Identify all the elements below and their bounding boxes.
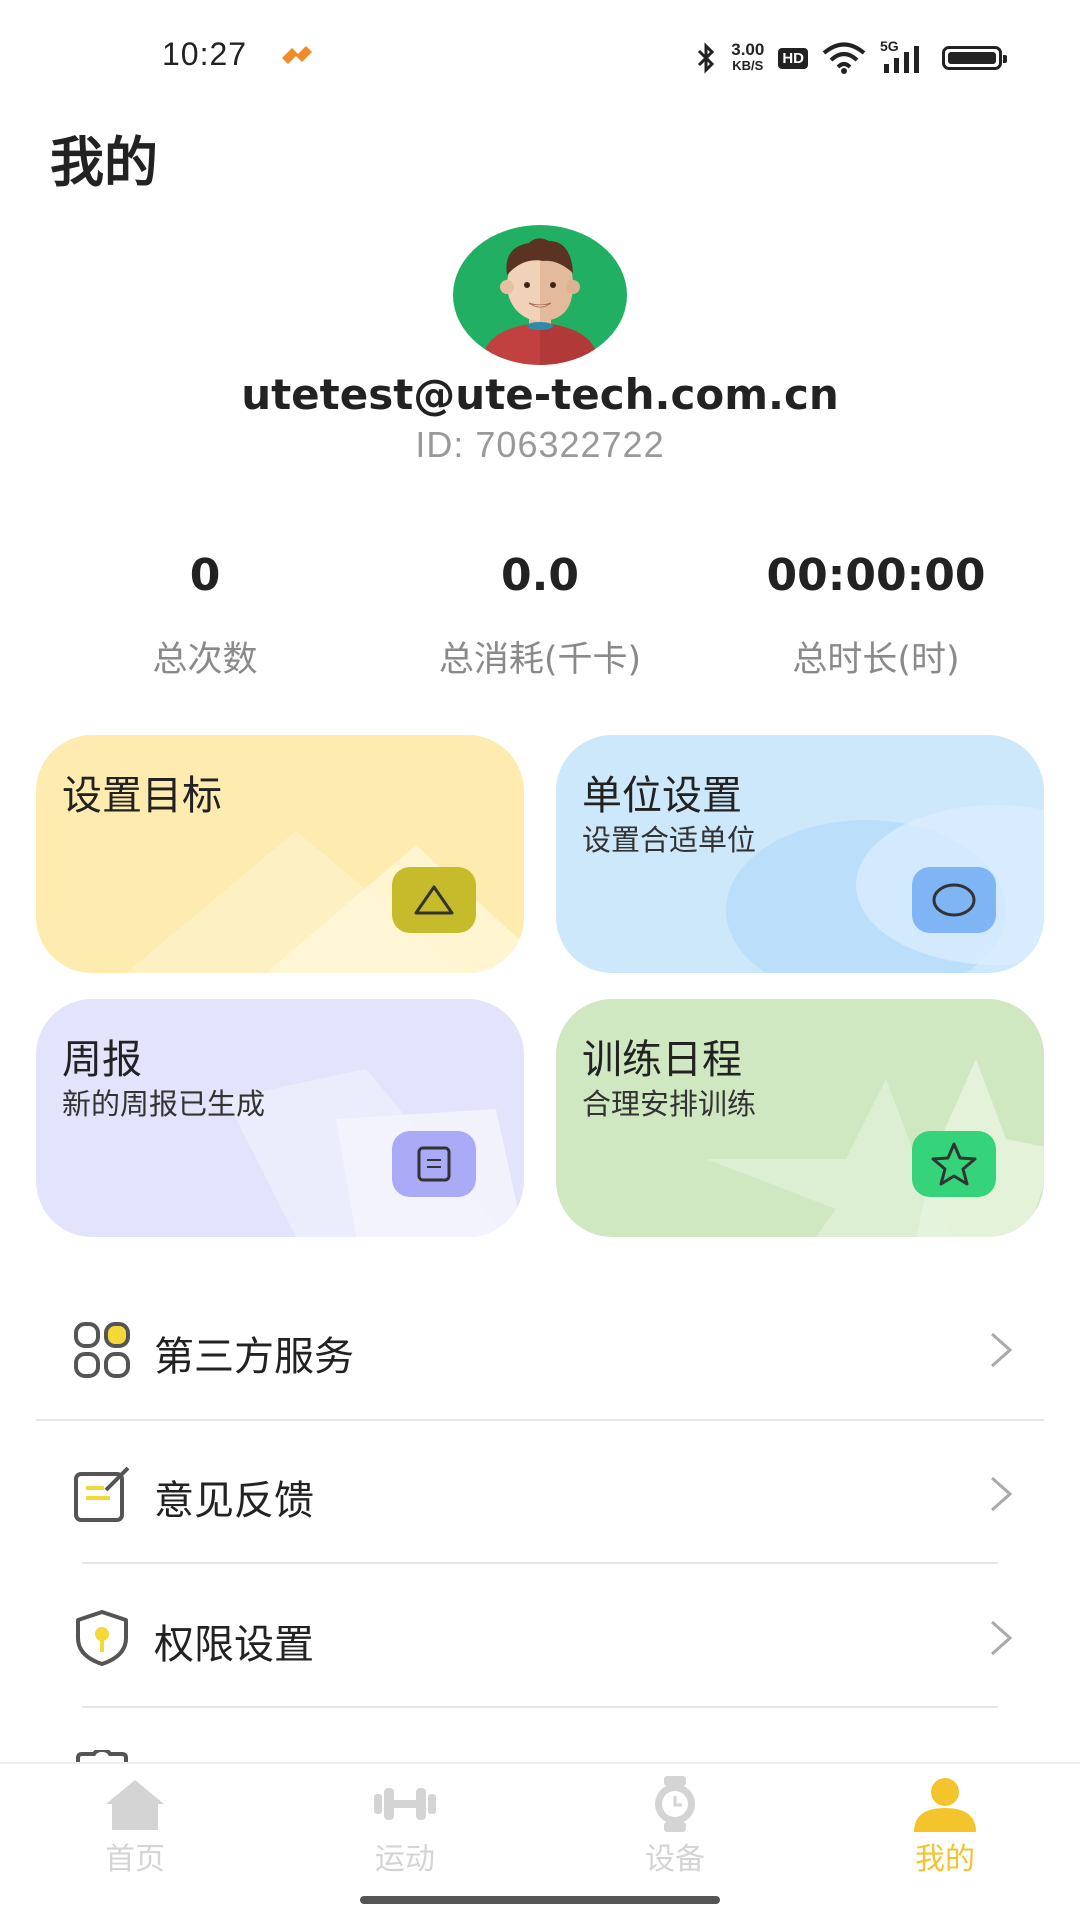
status-time: 10:27 <box>162 36 248 72</box>
stat-value: 0 <box>189 550 221 601</box>
report-button[interactable] <box>392 1131 476 1197</box>
schedule-button[interactable] <box>912 1131 996 1197</box>
card-subtitle: 设置合适单位 <box>582 823 757 857</box>
unit-button[interactable] <box>912 867 996 933</box>
feedback-icon <box>74 1466 130 1522</box>
stats-panel: 0 总次数 0.0 总消耗(千卡) 00:00:00 总时长(时) <box>0 550 1080 690</box>
card-title: 周报 <box>62 1037 142 1083</box>
circle-icon <box>932 883 976 917</box>
stat-total-calories: 0.0 总消耗(千卡) <box>370 550 710 682</box>
stat-label: 总次数 <box>152 640 258 680</box>
network-speed: 3.00 KB/S <box>731 40 765 74</box>
menu-item-feedback[interactable]: 意见反馈 <box>36 1424 1044 1564</box>
bluetooth-icon <box>698 42 715 74</box>
card-title: 训练日程 <box>582 1037 742 1083</box>
nav-label: 设备 <box>645 1842 705 1877</box>
chevron-right-icon <box>991 1620 1013 1656</box>
nav-label: 我的 <box>915 1842 975 1877</box>
status-bar: 10:27 3.00 KB/S HD 5G <box>0 0 1080 110</box>
triangle-icon <box>414 885 454 915</box>
stat-value: 00:00:00 <box>766 550 986 601</box>
nav-device[interactable]: 设备 <box>540 1764 810 1884</box>
nav-home[interactable]: 首页 <box>0 1764 270 1884</box>
report-icon <box>417 1146 451 1182</box>
nav-label: 运动 <box>375 1842 435 1877</box>
card-title: 设置目标 <box>62 773 222 819</box>
speed-value: 3.00 <box>731 40 765 59</box>
divider <box>82 1562 998 1564</box>
stat-total-duration: 00:00:00 总时长(时) <box>706 550 1046 682</box>
menu-label: 第三方服务 <box>154 1334 354 1380</box>
stat-label: 总消耗(千卡) <box>438 640 642 680</box>
card-set-goal[interactable]: 设置目标 <box>36 735 524 973</box>
home-indicator[interactable] <box>360 1896 720 1904</box>
chevron-right-icon <box>991 1476 1013 1512</box>
card-training-schedule[interactable]: 训练日程 合理安排训练 <box>556 999 1044 1237</box>
stat-label: 总时长(时) <box>792 640 960 680</box>
menu-item-third-party[interactable]: 第三方服务 <box>36 1280 1044 1420</box>
divider <box>36 1419 1044 1421</box>
shield-key-icon <box>76 1610 128 1666</box>
star-icon <box>931 1142 977 1186</box>
avatar[interactable] <box>453 225 627 365</box>
wifi-icon <box>822 42 866 74</box>
nav-mine[interactable]: 我的 <box>810 1764 1080 1884</box>
app-icon <box>282 46 312 64</box>
card-subtitle: 新的周报已生成 <box>62 1087 266 1121</box>
stat-value: 0.0 <box>501 550 579 601</box>
card-subtitle: 合理安排训练 <box>582 1087 757 1121</box>
nav-label: 首页 <box>105 1842 165 1877</box>
menu-label: 权限设置 <box>154 1622 314 1668</box>
chevron-right-icon <box>991 1332 1013 1368</box>
speed-unit: KB/S <box>732 58 764 73</box>
status-icons: 3.00 KB/S HD 5G <box>695 38 1007 78</box>
goal-button[interactable] <box>392 867 476 933</box>
page-title: 我的 <box>50 131 158 194</box>
nav-sport[interactable]: 运动 <box>270 1764 540 1884</box>
hd-badge: HD <box>778 47 808 69</box>
user-email: utetest@ute-tech.com.cn <box>241 370 839 419</box>
home-icon <box>106 1780 164 1830</box>
battery-icon <box>942 46 1007 70</box>
card-weekly-report[interactable]: 周报 新的周报已生成 <box>36 999 524 1237</box>
card-title: 单位设置 <box>582 773 742 819</box>
menu-label: 意见反馈 <box>154 1478 314 1524</box>
stat-total-count: 0 总次数 <box>35 550 375 682</box>
user-id: ID: 706322722 <box>415 424 665 465</box>
signal-icon: 5G <box>880 38 928 74</box>
card-unit-settings[interactable]: 单位设置 设置合适单位 <box>556 735 1044 973</box>
dumbbell-icon <box>374 1788 436 1820</box>
divider <box>82 1706 998 1708</box>
apps-icon <box>74 1322 130 1378</box>
menu-item-permissions[interactable]: 权限设置 <box>36 1568 1044 1708</box>
person-icon <box>914 1778 976 1832</box>
watch-icon <box>655 1776 695 1832</box>
